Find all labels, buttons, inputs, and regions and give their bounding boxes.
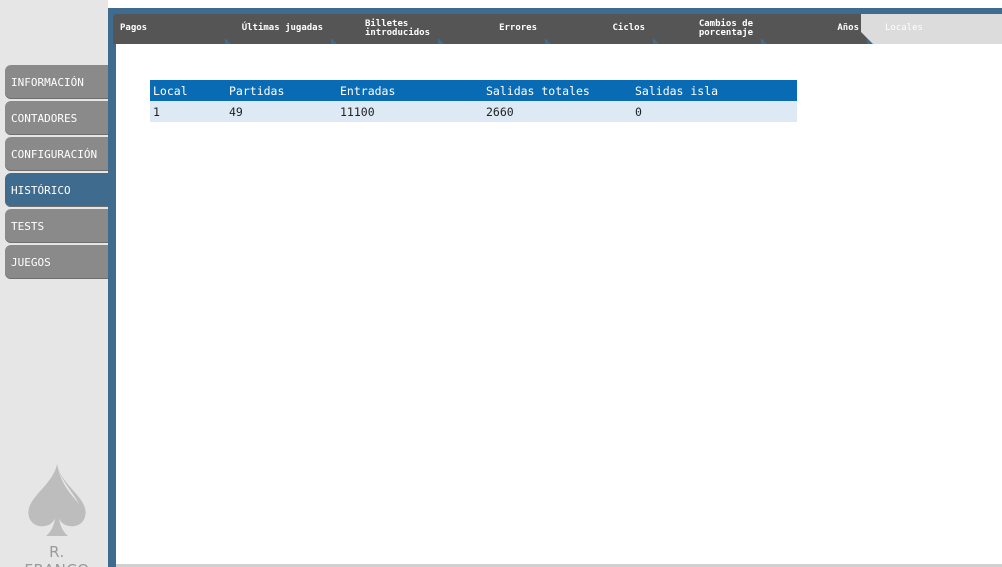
table-row: 1 49 11100 2660 0 xyxy=(150,101,797,122)
tab-anos[interactable]: Años xyxy=(755,14,867,44)
sidebar-item-configuracion[interactable]: CONFIGURACIÓN xyxy=(5,137,108,171)
table-cell: 2660 xyxy=(483,101,632,122)
column-header: Salidas totales xyxy=(483,80,632,101)
tab-label: Pagos xyxy=(120,23,148,34)
tab-ultimas-jugadas[interactable]: Últimas jugadas xyxy=(219,14,331,44)
sidebar-item-tests[interactable]: TESTS xyxy=(5,209,108,243)
brand-logo: R. FRANCO xyxy=(14,460,100,567)
column-header: Local xyxy=(150,80,226,101)
sidebar-item-historico[interactable]: HISTÓRICO xyxy=(5,173,108,207)
sidebar-menu: INFORMACIÓN CONTADORES CONFIGURACIÓN HIS… xyxy=(5,65,108,281)
tab-label: Cambios de porcentaje xyxy=(698,18,753,38)
tab-label: Años xyxy=(837,23,859,34)
column-header: Entradas xyxy=(337,80,483,101)
tab-label: Últimas jugadas xyxy=(241,23,323,34)
table-header-row: Local Partidas Entradas Salidas totales … xyxy=(150,80,797,101)
tab-cambios-de-porcentaje[interactable]: Cambios de porcentaje xyxy=(647,14,761,44)
tab-label: Errores xyxy=(499,23,537,34)
brand-logo-text: R. FRANCO xyxy=(24,543,89,567)
tab-label: Locales xyxy=(885,23,923,34)
tab-errores[interactable]: Errores xyxy=(432,14,545,44)
tab-locales[interactable]: Locales xyxy=(861,14,1002,44)
sidebar-item-informacion[interactable]: INFORMACIÓN xyxy=(5,65,108,99)
tab-label: Billetes introducidos xyxy=(364,18,430,38)
table-cell: 1 xyxy=(150,101,226,122)
tab-ciclos[interactable]: Ciclos xyxy=(539,14,653,44)
sidebar-edge xyxy=(108,8,116,567)
tab-label: Ciclos xyxy=(612,23,645,34)
column-header: Partidas xyxy=(226,80,337,101)
content-panel: Local Partidas Entradas Salidas totales … xyxy=(116,44,1002,564)
tab-pagos[interactable]: Pagos xyxy=(113,14,225,44)
column-header: Salidas isla xyxy=(632,80,797,101)
sidebar: INFORMACIÓN CONTADORES CONFIGURACIÓN HIS… xyxy=(0,0,108,567)
locales-table: Local Partidas Entradas Salidas totales … xyxy=(150,80,797,122)
table-cell: 49 xyxy=(226,101,337,122)
tab-billetes-introducidos[interactable]: Billetes introducidos xyxy=(325,14,438,44)
tab-list: Pagos Últimas jugadas Billetes introduci… xyxy=(113,14,1002,44)
table-cell: 11100 xyxy=(337,101,483,122)
sidebar-item-juegos[interactable]: JUEGOS xyxy=(5,245,108,279)
table-cell: 0 xyxy=(632,101,797,122)
spade-logo-icon xyxy=(28,464,86,536)
sidebar-item-contadores[interactable]: CONTADORES xyxy=(5,101,108,135)
